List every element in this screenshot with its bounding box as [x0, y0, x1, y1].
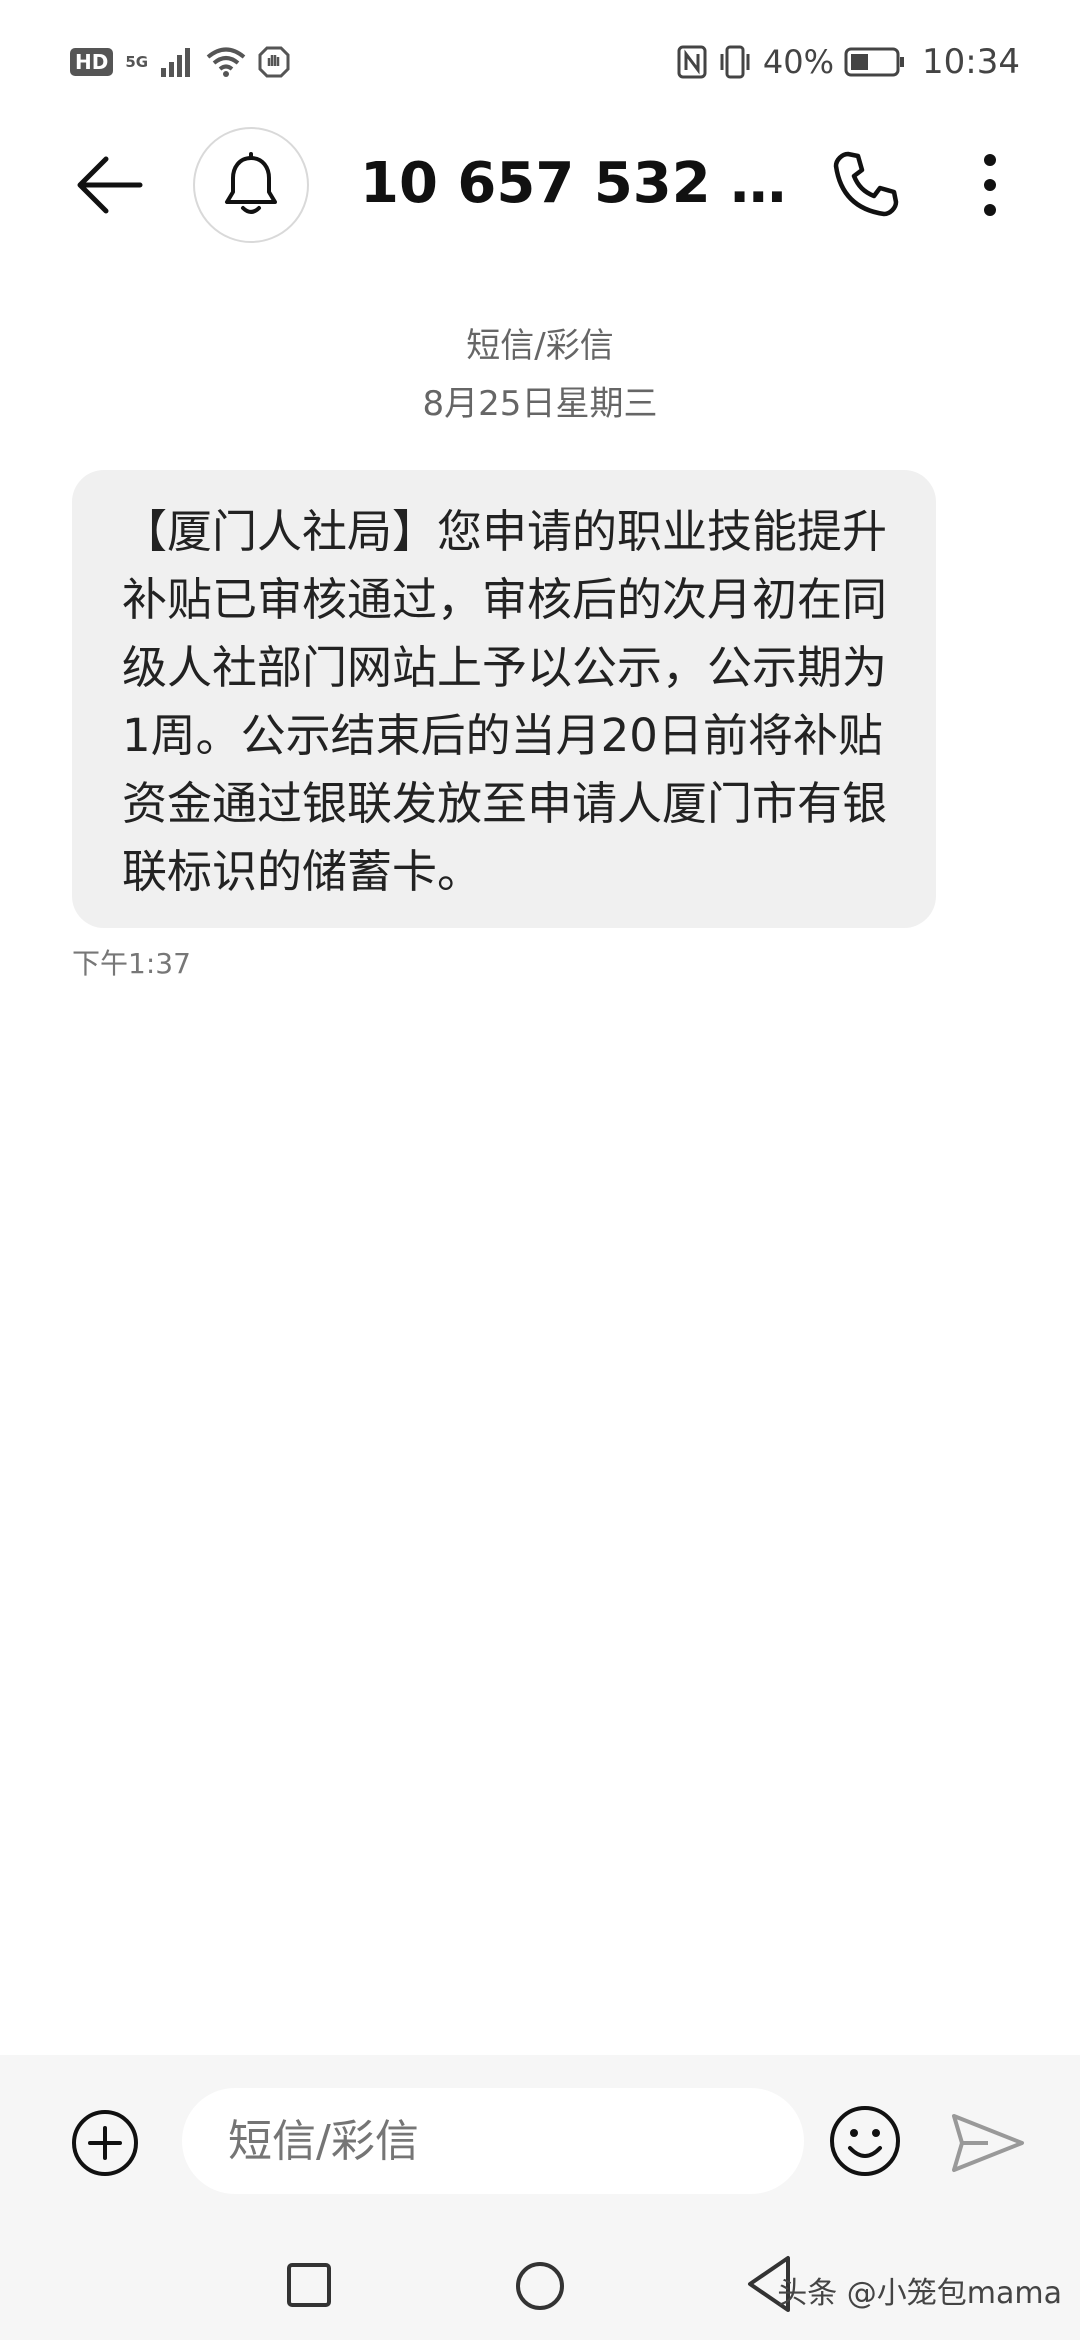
signal-icon	[161, 48, 191, 77]
send-icon[interactable]	[948, 2108, 1028, 2178]
home-icon[interactable]	[514, 2260, 566, 2312]
hd-badge: HD	[70, 48, 114, 76]
emoji-icon[interactable]	[828, 2104, 902, 2178]
phone-icon[interactable]	[830, 148, 902, 220]
nfc-icon	[677, 45, 707, 79]
more-options-icon[interactable]	[960, 150, 1020, 220]
contact-avatar[interactable]	[193, 127, 309, 243]
recents-icon[interactable]	[286, 2262, 332, 2308]
vibrate-icon	[720, 45, 750, 79]
conversation-title: 10 657 532 36...	[360, 151, 800, 216]
clock: 10:34	[922, 42, 1020, 82]
add-attachment-icon[interactable]	[70, 2108, 140, 2178]
bell-icon	[225, 152, 277, 214]
message-bubble[interactable]: 【厦门人社局】您申请的职业技能提升补贴已审核通过，审核后的次月初在同级人社部门网…	[72, 470, 936, 928]
watermark: 头条 @小笼包mama	[777, 2276, 1062, 2311]
wifi-icon	[206, 47, 246, 77]
battery-icon	[844, 47, 905, 77]
network-type: 5G	[125, 53, 149, 71]
status-right: 40% 10:34	[677, 38, 1020, 86]
message-timestamp: 下午1:37	[72, 947, 191, 980]
back-arrow-icon[interactable]	[70, 145, 150, 225]
message-text: 【厦门人社局】您申请的职业技能提升补贴已审核通过，审核后的次月初在同级人社部门网…	[122, 505, 888, 898]
message-input[interactable]	[182, 2088, 804, 2194]
status-bar: HD 5G 40% 10:34	[0, 0, 1080, 120]
shield-icon	[258, 46, 290, 78]
status-left: HD 5G	[70, 40, 290, 84]
message-type-label: 短信/彩信	[466, 326, 614, 366]
date-label: 8月25日星期三	[422, 384, 658, 424]
battery-percent: 40%	[762, 43, 835, 81]
